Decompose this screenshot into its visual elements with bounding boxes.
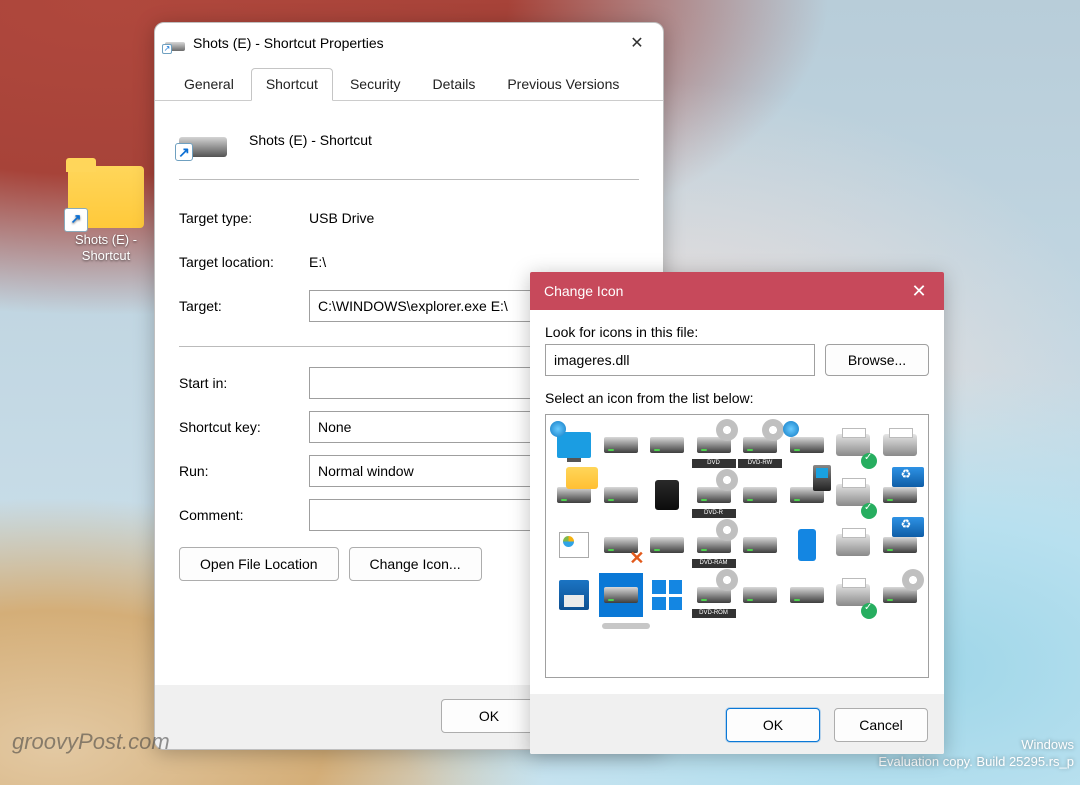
- icon-option[interactable]: [738, 473, 782, 517]
- target-location-label: Target location:: [179, 254, 309, 270]
- icon-list[interactable]: DVD DVD-RW DVD-R ✕ DVD-RAM: [545, 414, 929, 678]
- icon-option[interactable]: [831, 423, 875, 467]
- icon-option[interactable]: [878, 423, 922, 467]
- target-type-value: USB Drive: [309, 210, 639, 226]
- folder-icon: [68, 166, 144, 228]
- change-icon-button[interactable]: Change Icon...: [349, 547, 482, 581]
- close-icon[interactable]: ✕: [898, 276, 940, 306]
- icon-option[interactable]: [645, 523, 689, 567]
- icon-option[interactable]: [831, 523, 875, 567]
- icon-option[interactable]: [878, 523, 922, 567]
- icon-option[interactable]: [552, 523, 596, 567]
- window-title: Shots (E) - Shortcut Properties: [193, 35, 609, 51]
- icon-option[interactable]: DVD: [692, 423, 736, 467]
- scrollbar[interactable]: [602, 623, 650, 629]
- icon-option[interactable]: [645, 423, 689, 467]
- look-for-label: Look for icons in this file:: [545, 324, 929, 340]
- icon-option[interactable]: [831, 473, 875, 517]
- icon-option[interactable]: [599, 423, 643, 467]
- tab-general[interactable]: General: [169, 68, 249, 101]
- desktop-shortcut[interactable]: Shots (E) - Shortcut: [52, 166, 160, 265]
- icon-option[interactable]: [645, 473, 689, 517]
- watermark-right-line2: Evaluation copy. Build 25295.rs_p: [878, 753, 1074, 771]
- icon-option[interactable]: [552, 473, 596, 517]
- icon-option-selected[interactable]: [599, 573, 643, 617]
- target-type-label: Target type:: [179, 210, 309, 226]
- start-in-label: Start in:: [179, 375, 309, 391]
- properties-ok-button[interactable]: OK: [441, 699, 537, 733]
- tab-details[interactable]: Details: [418, 68, 491, 101]
- change-icon-cancel-button[interactable]: Cancel: [834, 708, 928, 742]
- icon-option[interactable]: DVD-RW: [738, 423, 782, 467]
- shortcut-heading: Shots (E) - Shortcut: [249, 132, 372, 148]
- icon-option[interactable]: ✕: [599, 523, 643, 567]
- shortcut-large-icon: ↗: [179, 123, 227, 157]
- change-icon-titlebar[interactable]: Change Icon ✕: [530, 272, 944, 310]
- tab-security[interactable]: Security: [335, 68, 416, 101]
- comment-label: Comment:: [179, 507, 309, 523]
- change-icon-title: Change Icon: [544, 283, 898, 299]
- icon-option[interactable]: [599, 473, 643, 517]
- icon-option[interactable]: [552, 573, 596, 617]
- icon-option[interactable]: [785, 423, 829, 467]
- browse-button[interactable]: Browse...: [825, 344, 929, 376]
- close-icon[interactable]: ✕: [617, 28, 657, 58]
- icon-option[interactable]: [785, 523, 829, 567]
- select-icon-label: Select an icon from the list below:: [545, 390, 929, 406]
- icon-option[interactable]: [738, 523, 782, 567]
- run-label: Run:: [179, 463, 309, 479]
- icon-option[interactable]: [878, 573, 922, 617]
- icon-option[interactable]: [785, 473, 829, 517]
- open-file-location-button[interactable]: Open File Location: [179, 547, 339, 581]
- icon-file-input[interactable]: [545, 344, 815, 376]
- icon-option[interactable]: [785, 573, 829, 617]
- tab-shortcut[interactable]: Shortcut: [251, 68, 333, 101]
- shortcut-key-label: Shortcut key:: [179, 419, 309, 435]
- icon-option[interactable]: [831, 573, 875, 617]
- watermark-left: groovyPost.com: [12, 729, 170, 755]
- desktop-shortcut-label: Shots (E) - Shortcut: [52, 232, 160, 265]
- icon-option[interactable]: [878, 473, 922, 517]
- icon-option[interactable]: DVD-ROM: [692, 573, 736, 617]
- target-location-value: E:\: [309, 254, 639, 270]
- tabs: General Shortcut Security Details Previo…: [155, 67, 663, 101]
- change-icon-dialog: Change Icon ✕ Look for icons in this fil…: [530, 272, 944, 754]
- titlebar[interactable]: ↗ Shots (E) - Shortcut Properties ✕: [155, 23, 663, 63]
- icon-option[interactable]: DVD-R: [692, 473, 736, 517]
- change-icon-ok-button[interactable]: OK: [726, 708, 820, 742]
- shortcut-icon: ↗: [165, 35, 185, 51]
- icon-option[interactable]: [552, 423, 596, 467]
- target-label: Target:: [179, 298, 309, 314]
- icon-option[interactable]: [738, 573, 782, 617]
- tab-previous-versions[interactable]: Previous Versions: [492, 68, 634, 101]
- icon-option[interactable]: [645, 573, 689, 617]
- icon-option[interactable]: DVD-RAM: [692, 523, 736, 567]
